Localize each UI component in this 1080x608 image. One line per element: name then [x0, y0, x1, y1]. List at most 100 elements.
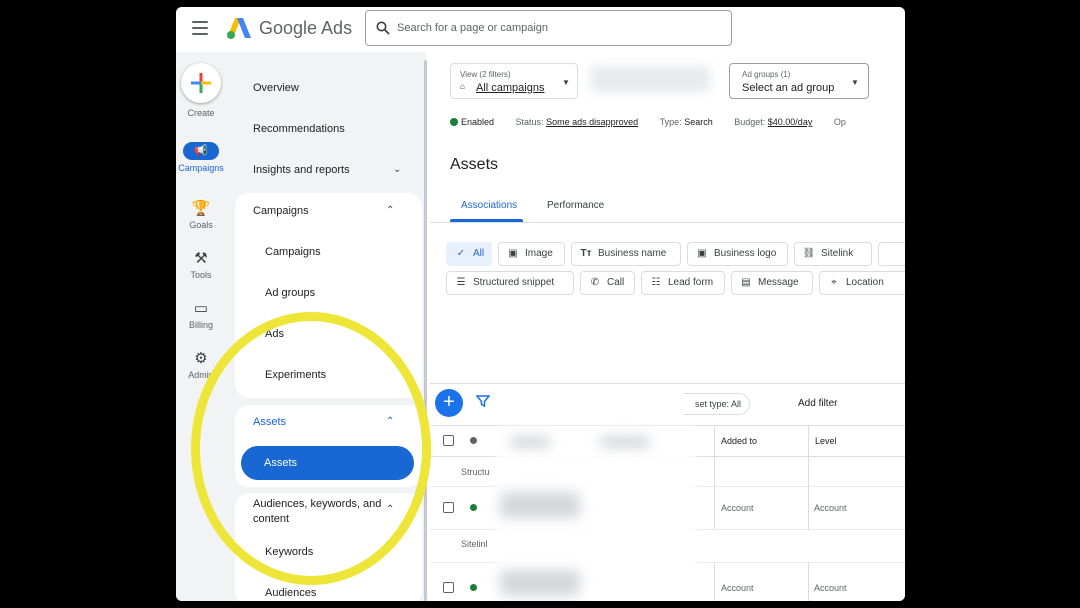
- redacted-asset: [500, 492, 580, 518]
- chevron-up-icon[interactable]: ⌃: [386, 416, 394, 427]
- hamburger-menu-icon[interactable]: [192, 21, 208, 35]
- chip-all[interactable]: ✓ All: [446, 242, 492, 266]
- redacted-header: [510, 436, 550, 448]
- nav-item-keywords[interactable]: Keywords: [265, 546, 313, 558]
- chip-business-name[interactable]: Tт Business name: [571, 242, 681, 266]
- search-input[interactable]: Search for a page or campaign: [365, 10, 732, 46]
- chip-label: Sitelink: [821, 248, 854, 259]
- enabled-status-icon: [470, 584, 477, 591]
- rail-label: Admin: [188, 370, 214, 380]
- dropdown-arrow-icon: ▼: [562, 78, 570, 87]
- type-label: Type:: [659, 117, 682, 127]
- rail-label: Tools: [190, 270, 212, 280]
- asset-type-filter-chip[interactable]: set type: All: [683, 393, 751, 415]
- row-level: Account: [814, 503, 847, 513]
- budget-value-link[interactable]: $40.00/day: [768, 117, 813, 127]
- chip-lead-form[interactable]: ☷ Lead form: [641, 271, 725, 295]
- chip-sitelink[interactable]: ⛓ Sitelink: [794, 242, 872, 266]
- column-divider: [714, 456, 715, 529]
- group-label-sitelink: Sitelinl: [461, 539, 488, 549]
- chip-call[interactable]: ✆ Call: [580, 271, 635, 295]
- status-label: Status:: [515, 117, 544, 127]
- select-all-checkbox[interactable]: [443, 435, 454, 446]
- rail-label: Goals: [189, 220, 213, 230]
- form-icon: ☷: [651, 277, 661, 288]
- row-checkbox[interactable]: [443, 502, 454, 513]
- gear-icon: ⚙: [194, 350, 208, 367]
- tools-icon: ⚒: [194, 250, 208, 267]
- chip-business-logo[interactable]: ▣ Business logo: [687, 242, 788, 266]
- nav-item-campaigns[interactable]: Campaigns: [265, 246, 321, 258]
- rail-label: Campaigns: [178, 163, 224, 173]
- google-ads-logo-icon: [227, 18, 251, 39]
- campaign-status-line: Enabled Status: Some ads disapproved Typ…: [450, 117, 846, 127]
- top-bar: Google Ads Search for a page or campaign: [176, 7, 905, 52]
- enabled-status-icon: [450, 118, 458, 126]
- nav-item-ads[interactable]: Ads: [265, 328, 284, 340]
- chip-structured-snippet[interactable]: ☰ Structured snippet: [446, 271, 574, 295]
- rail-item-tools[interactable]: ⚒ Tools: [176, 249, 226, 280]
- rail-item-admin[interactable]: ⚙ Admin: [176, 349, 226, 380]
- ad-group-dropdown[interactable]: Ad groups (1) Select an ad group ▼: [729, 63, 869, 99]
- rail-item-billing[interactable]: ▭ Billing: [176, 299, 226, 330]
- status-value-link[interactable]: Some ads disapproved: [546, 117, 638, 127]
- nav-item-insights[interactable]: Insights and reports: [253, 164, 350, 176]
- redacted-header: [600, 436, 650, 448]
- nav-group-assets[interactable]: Assets: [253, 416, 286, 428]
- chevron-up-icon[interactable]: ⌃: [386, 504, 394, 515]
- column-header-level[interactable]: Level: [808, 426, 905, 456]
- table-top-border: [430, 383, 905, 384]
- phone-icon: ✆: [590, 277, 600, 288]
- nav-scrollbar[interactable]: [424, 60, 427, 601]
- row-checkbox[interactable]: [443, 582, 454, 593]
- nav-item-recommendations[interactable]: Recommendations: [253, 123, 345, 135]
- megaphone-icon: 📢: [183, 142, 219, 160]
- add-filter-button[interactable]: Add filter: [798, 398, 837, 409]
- chip-label: Location: [846, 277, 884, 288]
- add-asset-button[interactable]: +: [435, 389, 463, 417]
- dropdown-arrow-icon: ▼: [851, 78, 859, 87]
- type-value: Search: [684, 117, 713, 127]
- chip-location[interactable]: ⌖ Location: [819, 271, 905, 295]
- create-label: Create: [187, 108, 215, 118]
- nav-group-campaigns[interactable]: Campaigns: [253, 205, 309, 217]
- optimization-label-truncated: Op: [833, 117, 846, 127]
- nav-item-experiments[interactable]: Experiments: [265, 369, 326, 381]
- nav-item-audiences[interactable]: Audiences: [265, 587, 316, 599]
- chip-label: Call: [607, 277, 625, 288]
- search-icon: [376, 21, 390, 35]
- tab-performance[interactable]: Performance: [547, 200, 604, 211]
- image-icon: ▣: [697, 248, 707, 259]
- search-placeholder: Search for a page or campaign: [397, 22, 549, 34]
- column-header-added-to[interactable]: Added to: [714, 426, 808, 456]
- nav-item-ad-groups[interactable]: Ad groups: [265, 287, 315, 299]
- chip-image[interactable]: ▣ Image: [498, 242, 565, 266]
- chip-truncated[interactable]: [878, 242, 905, 266]
- tab-associations[interactable]: Associations: [461, 200, 517, 211]
- message-icon: ▤: [741, 277, 751, 288]
- rail-item-goals[interactable]: 🏆 Goals: [176, 199, 226, 230]
- location-pin-icon: ⌖: [831, 277, 837, 288]
- column-divider: [808, 456, 809, 529]
- group-label-structured-snippet: Structu: [461, 467, 490, 477]
- page-title: Assets: [450, 156, 499, 173]
- link-icon: ⛓: [802, 248, 816, 259]
- snippet-icon: ☰: [456, 277, 466, 288]
- rail-item-campaigns[interactable]: 📢 Campaigns: [176, 142, 226, 173]
- nav-section-campaigns: Campaigns ⌃ Campaigns Ad groups Ads Expe…: [235, 193, 422, 398]
- nav-item-overview[interactable]: Overview: [253, 82, 299, 94]
- chevron-down-icon[interactable]: ⌄: [393, 164, 401, 175]
- filter-icon[interactable]: [476, 394, 490, 408]
- create-button[interactable]: [181, 63, 221, 103]
- chip-label: Business logo: [714, 248, 777, 259]
- chevron-up-icon[interactable]: ⌃: [386, 205, 394, 216]
- enabled-label: Enabled: [461, 117, 495, 127]
- view-filter-dropdown[interactable]: View (2 filters) ⌂ All campaigns ▼: [450, 63, 578, 99]
- nav-group-audiences[interactable]: Audiences, keywords, and content: [253, 497, 393, 527]
- chip-message[interactable]: ▤ Message: [731, 271, 813, 295]
- nav-item-assets-selected[interactable]: Assets: [241, 446, 414, 480]
- row-added-to: Account: [721, 503, 754, 513]
- brand-name: Google Ads: [259, 18, 353, 38]
- image-icon: ▣: [508, 248, 518, 259]
- ad-group-value: Select an ad group: [742, 82, 835, 94]
